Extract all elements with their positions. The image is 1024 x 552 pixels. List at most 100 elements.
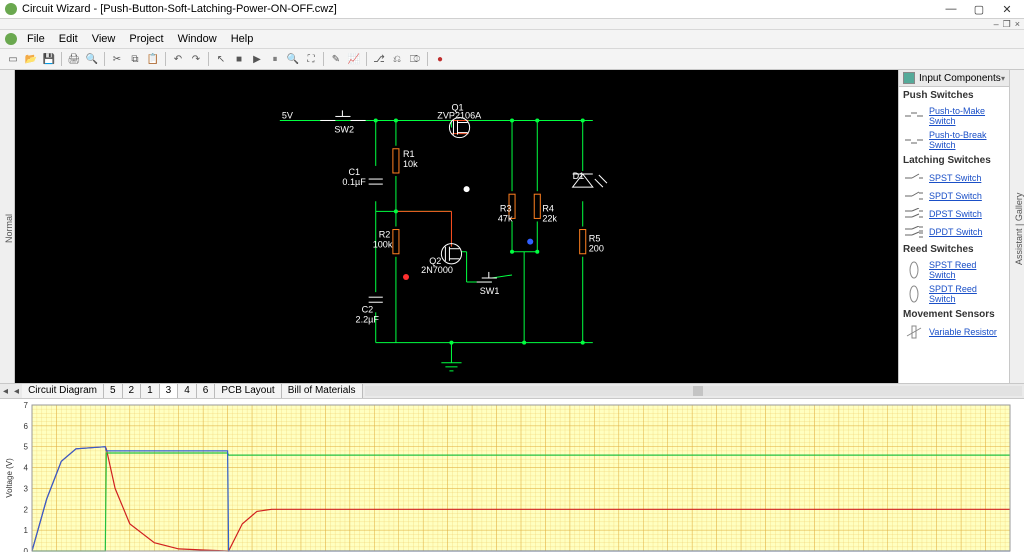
pointer-icon[interactable]: ↖ — [213, 51, 229, 67]
save-icon[interactable]: 💾 — [41, 51, 57, 67]
maximize-button[interactable]: ▢ — [966, 3, 992, 16]
stop-icon[interactable]: ■ — [231, 51, 247, 67]
gallery-title-label: Input Components — [919, 73, 1001, 84]
print-preview-icon[interactable]: 🔍 — [84, 51, 100, 67]
r5-label: R5 — [589, 234, 601, 244]
toolbar: ▭ 📂 💾 🖨 🔍 ✂ ⧉ 📋 ↶ ↷ ↖ ■ ▶ ⏸ 🔍 ⛶ ✎ 📈 ⎇ ⎌ … — [0, 49, 1024, 70]
svg-text:2: 2 — [24, 505, 29, 514]
tab-bom[interactable]: Bill of Materials — [282, 384, 363, 398]
gallery-item[interactable]: DPST Switch — [899, 205, 1009, 223]
print-icon[interactable]: 🖨 — [66, 51, 82, 67]
tab-2[interactable]: 2 — [123, 384, 142, 398]
tab-5[interactable]: 5 — [104, 384, 123, 398]
menu-view[interactable]: View — [85, 33, 123, 45]
r2-value: 100k — [373, 240, 393, 250]
new-icon[interactable]: ▭ — [5, 51, 21, 67]
switch-icon — [903, 109, 925, 123]
gallery-link[interactable]: Variable Resistor — [929, 327, 997, 337]
mdi-close-button[interactable]: × — [1015, 19, 1020, 29]
zoom-icon[interactable]: 🔍 — [285, 51, 301, 67]
gallery-item[interactable]: DPDT Switch — [899, 223, 1009, 241]
menu-file[interactable]: File — [20, 33, 52, 45]
svg-text:1: 1 — [24, 526, 29, 535]
sw2-label: SW2 — [334, 125, 354, 135]
gallery-link[interactable]: SPST Reed Switch — [929, 260, 1005, 280]
gallery-title[interactable]: Input Components ▾ — [899, 70, 1009, 87]
zoom-fit-icon[interactable]: ⛶ — [303, 51, 319, 67]
tool-b-icon[interactable]: ⎌ — [389, 51, 405, 67]
gallery-link[interactable]: SPDT Switch — [929, 191, 982, 201]
copy-icon[interactable]: ⧉ — [127, 51, 143, 67]
switch-icon — [903, 133, 925, 147]
tab-pcb[interactable]: PCB Layout — [215, 384, 281, 398]
undo-icon[interactable]: ↶ — [170, 51, 186, 67]
menu-help[interactable]: Help — [224, 33, 261, 45]
r4-label: R4 — [542, 203, 554, 213]
tab-circuit[interactable]: Circuit Diagram — [22, 384, 104, 398]
gallery-dropdown-icon[interactable]: ▾ — [1001, 74, 1005, 83]
r4-value: 22k — [542, 213, 557, 223]
tool-c-icon[interactable]: ⎄ — [407, 51, 423, 67]
play-icon[interactable]: ▶ — [249, 51, 265, 67]
gallery-link[interactable]: SPST Switch — [929, 173, 981, 183]
varres-icon — [903, 325, 925, 339]
viewmode-normal[interactable]: Normal — [4, 214, 14, 243]
r2-label: R2 — [379, 230, 391, 240]
gallery-link[interactable]: SPDT Reed Switch — [929, 284, 1005, 304]
close-button[interactable]: ✕ — [994, 3, 1020, 16]
d1-label: D1 — [573, 171, 585, 181]
gallery-item[interactable]: Push-to-Break Switch — [899, 128, 1009, 152]
tab-nav-first[interactable]: ◂ — [0, 386, 11, 397]
gallery-link[interactable]: DPST Switch — [929, 209, 982, 219]
mdi-minimize-button[interactable]: – — [994, 19, 999, 29]
gallery-item[interactable]: SPST Switch — [899, 169, 1009, 187]
gallery-item[interactable]: SPDT Reed Switch — [899, 282, 1009, 306]
svg-text:5: 5 — [24, 443, 29, 452]
r3-value: 47k — [498, 213, 513, 223]
cut-icon[interactable]: ✂ — [109, 51, 125, 67]
gallery-item[interactable]: Variable Resistor — [899, 323, 1009, 341]
graph-icon[interactable]: 📈 — [346, 51, 362, 67]
mdi-restore-button[interactable]: ❐ — [1003, 19, 1011, 30]
q2-value: 2N7000 — [421, 265, 453, 275]
menu-edit[interactable]: Edit — [52, 33, 85, 45]
gallery-link[interactable]: Push-to-Make Switch — [929, 106, 1005, 126]
circuit-canvas[interactable]: 5V SW2 C1 0.1µF R1 10k R2 100k R3 47k R4… — [15, 70, 898, 383]
reed-icon — [903, 263, 925, 277]
menubar: File Edit View Project Window Help — [0, 30, 1024, 49]
r3-label: R3 — [500, 203, 512, 213]
window-title: Circuit Wizard - [Push-Button-Soft-Latch… — [22, 3, 938, 15]
tab-4[interactable]: 4 — [178, 384, 197, 398]
left-view-strip[interactable]: Normal Voltage Levels Current Flow Logic… — [0, 70, 15, 383]
menu-project[interactable]: Project — [122, 33, 170, 45]
r5-value: 200 — [589, 244, 604, 254]
paste-icon[interactable]: 📋 — [145, 51, 161, 67]
probe-icon[interactable]: ✎ — [328, 51, 344, 67]
svg-text:0: 0 — [24, 547, 29, 552]
tab-nav-prev[interactable]: ◂ — [11, 386, 22, 397]
pause-icon[interactable]: ⏸ — [267, 51, 283, 67]
menu-window[interactable]: Window — [171, 33, 224, 45]
redo-icon[interactable]: ↷ — [188, 51, 204, 67]
gallery-section-reed: Reed Switches — [899, 241, 1009, 258]
tab-6[interactable]: 6 — [197, 384, 216, 398]
gallery-link[interactable]: DPDT Switch — [929, 227, 982, 237]
titlebar: Circuit Wizard - [Push-Button-Soft-Latch… — [0, 0, 1024, 19]
gallery-link[interactable]: Push-to-Break Switch — [929, 130, 1005, 150]
tab-3[interactable]: 3 — [160, 384, 179, 398]
gallery-item[interactable]: SPDT Switch — [899, 187, 1009, 205]
tool-a-icon[interactable]: ⎇ — [371, 51, 387, 67]
record-icon[interactable]: ● — [432, 51, 448, 67]
oscilloscope-graph[interactable]: 0123456705001000150020002500300035004000… — [0, 398, 1024, 552]
right-strip-label: Assistant | Gallery — [1014, 74, 1024, 383]
minimize-button[interactable]: — — [938, 3, 964, 16]
open-icon[interactable]: 📂 — [23, 51, 39, 67]
right-strip[interactable]: Assistant | Gallery — [1009, 70, 1024, 383]
app-icon — [4, 2, 18, 16]
gallery-item[interactable]: SPST Reed Switch — [899, 258, 1009, 282]
horizontal-scrollbar[interactable] — [365, 386, 1022, 396]
supply-label: 5V — [282, 110, 294, 120]
tab-1[interactable]: 1 — [141, 384, 160, 398]
switch-icon — [903, 171, 925, 185]
gallery-item[interactable]: Push-to-Make Switch — [899, 104, 1009, 128]
